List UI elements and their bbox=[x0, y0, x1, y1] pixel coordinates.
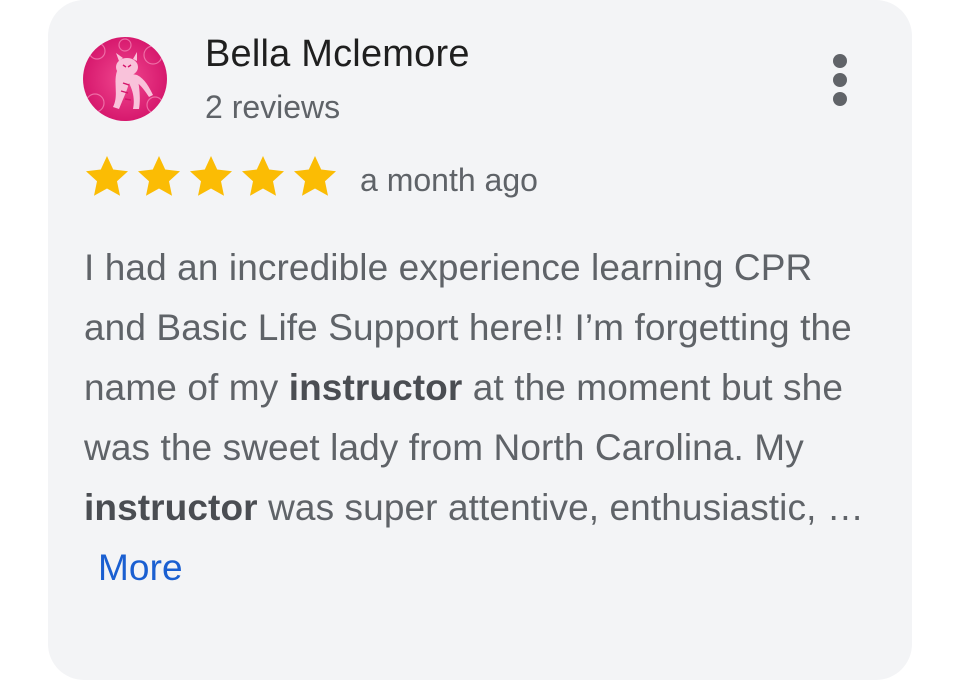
review-card: Bella Mclemore 2 reviews a month ago I h… bbox=[48, 0, 912, 680]
star-icon bbox=[239, 153, 287, 201]
more-vert-icon[interactable] bbox=[824, 52, 856, 108]
menu-dot bbox=[833, 92, 847, 106]
author-avatar[interactable] bbox=[83, 37, 167, 121]
more-link[interactable]: More bbox=[98, 547, 183, 588]
review-text-segment: was super attentive, enthusiastic, … bbox=[257, 487, 864, 528]
menu-dot bbox=[833, 54, 847, 68]
star-icon bbox=[83, 153, 131, 201]
menu-dot bbox=[833, 73, 847, 87]
star-icon bbox=[187, 153, 235, 201]
highlighted-keyword: instructor bbox=[84, 487, 258, 528]
author-review-count: 2 reviews bbox=[205, 89, 341, 125]
star-rating bbox=[83, 153, 343, 201]
star-icon bbox=[135, 153, 183, 201]
author-name[interactable]: Bella Mclemore bbox=[205, 33, 470, 76]
review-text: I had an incredible experience learning … bbox=[84, 238, 864, 598]
tiger-avatar-icon bbox=[83, 37, 167, 121]
review-time: a month ago bbox=[360, 162, 538, 198]
highlighted-keyword: instructor bbox=[288, 367, 463, 408]
star-icon bbox=[291, 153, 339, 201]
